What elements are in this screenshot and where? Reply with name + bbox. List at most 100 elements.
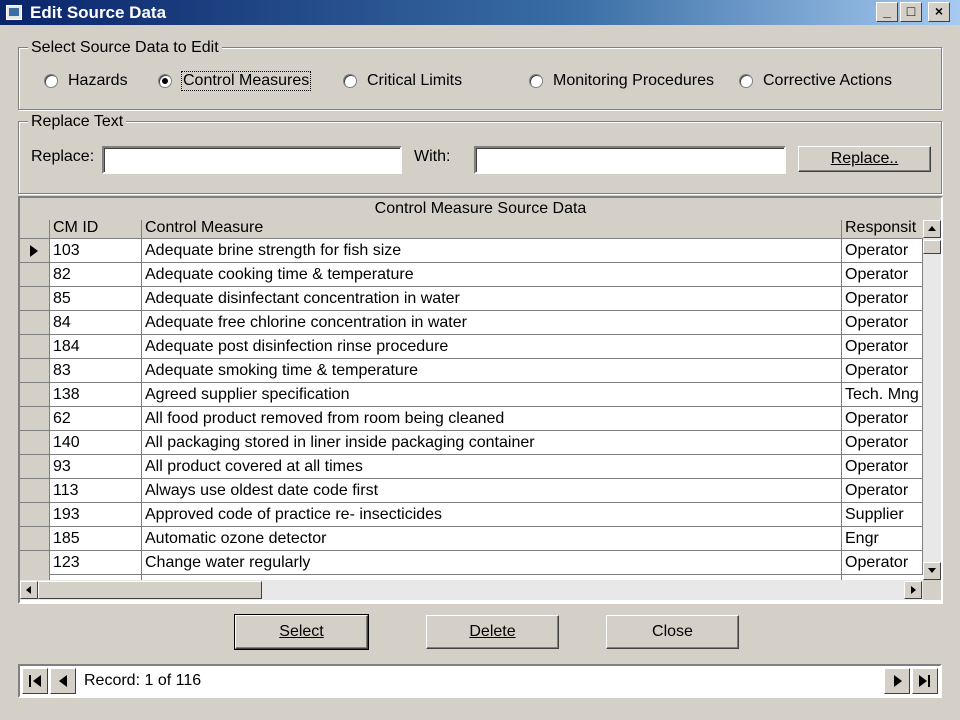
cell-responsible[interactable]: Operator: [842, 287, 923, 311]
cell-responsible[interactable]: Operator: [842, 311, 923, 335]
cell-cm-id[interactable]: 184: [50, 335, 142, 359]
table-row[interactable]: 193 Approved code of practice re- insecti…: [20, 503, 923, 527]
radio-hazards[interactable]: Hazards: [44, 70, 128, 92]
row-selector[interactable]: [20, 551, 50, 575]
table-row[interactable]: 83 Adequate smoking time & temperature Ope…: [20, 359, 923, 383]
select-button[interactable]: Select: [234, 614, 369, 650]
cell-control-measure[interactable]: All product covered at all times: [142, 455, 842, 479]
cell-responsible[interactable]: Operator: [842, 239, 923, 263]
cell-responsible[interactable]: Supplier: [842, 503, 923, 527]
cell-cm-id[interactable]: 62: [50, 407, 142, 431]
delete-button[interactable]: Delete: [426, 615, 559, 649]
cell-control-measure[interactable]: Automatic ozone detector: [142, 527, 842, 551]
replace-button[interactable]: Replace..: [798, 146, 931, 172]
scroll-right-button[interactable]: [904, 581, 922, 599]
row-selector[interactable]: [20, 335, 50, 359]
cell-responsible[interactable]: Engr: [842, 527, 923, 551]
source-data-grid[interactable]: Control Measure Source Data CM ID Contro…: [18, 196, 943, 604]
row-selector[interactable]: [20, 407, 50, 431]
radio-critical-limits[interactable]: Critical Limits: [343, 70, 462, 92]
cell-control-measure[interactable]: Adequate cooking time & temperature: [142, 263, 842, 287]
table-row[interactable]: 62 All food product removed from room bei…: [20, 407, 923, 431]
maximize-button[interactable]: □: [900, 2, 922, 22]
radio-corrective-actions[interactable]: Corrective Actions: [739, 70, 892, 92]
table-row[interactable]: 84 Adequate free chlorine concentration i…: [20, 311, 923, 335]
table-row[interactable]: 184 Adequate post disinfection rinse proc…: [20, 335, 923, 359]
scroll-down-button[interactable]: [923, 562, 941, 580]
cell-responsible[interactable]: Operator: [842, 455, 923, 479]
last-record-button[interactable]: [912, 668, 938, 694]
cell-cm-id[interactable]: 113: [50, 479, 142, 503]
cell-responsible[interactable]: Operator: [842, 407, 923, 431]
cell-cm-id[interactable]: 140: [50, 431, 142, 455]
cell-control-measure[interactable]: Always use oldest date code first: [142, 479, 842, 503]
table-row[interactable]: 103 Adequate brine strength for fish size…: [20, 239, 923, 263]
title-bar[interactable]: Edit Source Data _ □ ×: [0, 0, 960, 25]
next-record-button[interactable]: [884, 668, 910, 694]
first-record-button[interactable]: [22, 668, 48, 694]
cell-cm-id[interactable]: 185: [50, 527, 142, 551]
horizontal-scroll-thumb[interactable]: [38, 581, 262, 599]
cell-cm-id[interactable]: 83: [50, 359, 142, 383]
table-row[interactable]: 85 Adequate disinfectant concentration in…: [20, 287, 923, 311]
vertical-scroll-thumb[interactable]: [923, 240, 941, 254]
minimize-button[interactable]: _: [876, 2, 898, 22]
cell-control-measure[interactable]: Agreed supplier specification: [142, 383, 842, 407]
table-row[interactable]: 93 All product covered at all times Operat…: [20, 455, 923, 479]
with-input[interactable]: [474, 146, 786, 174]
column-header-control-measure[interactable]: Control Measure: [142, 220, 842, 238]
cell-cm-id[interactable]: 82: [50, 263, 142, 287]
row-selector[interactable]: [20, 287, 50, 311]
radio-control-measures[interactable]: Control Measures: [158, 70, 312, 92]
cell-control-measure[interactable]: Change water regularly: [142, 551, 842, 575]
table-row[interactable]: 138 Agreed supplier specification Tech. Mn…: [20, 383, 923, 407]
cell-cm-id[interactable]: 138: [50, 383, 142, 407]
cell-control-measure[interactable]: All food product removed from room being…: [142, 407, 842, 431]
vertical-scrollbar[interactable]: [923, 220, 941, 580]
cell-responsible[interactable]: Operator: [842, 551, 923, 575]
replace-input[interactable]: [102, 146, 402, 174]
cell-control-measure[interactable]: Approved code of practice re- insecticid…: [142, 503, 842, 527]
column-header-responsible[interactable]: Responsit: [842, 220, 923, 238]
cell-control-measure[interactable]: Adequate smoking time & temperature: [142, 359, 842, 383]
radio-monitoring-procedures[interactable]: Monitoring Procedures: [529, 70, 714, 92]
cell-control-measure[interactable]: Adequate brine strength for fish size: [142, 239, 842, 263]
row-selector[interactable]: [20, 263, 50, 287]
cell-responsible[interactable]: Tech. Mng: [842, 383, 923, 407]
cell-cm-id[interactable]: 85: [50, 287, 142, 311]
row-selector[interactable]: [20, 311, 50, 335]
cell-responsible[interactable]: Operator: [842, 479, 923, 503]
cell-cm-id[interactable]: 93: [50, 455, 142, 479]
cell-responsible[interactable]: Operator: [842, 359, 923, 383]
row-selector[interactable]: [20, 479, 50, 503]
cell-control-measure[interactable]: Adequate disinfectant concentration in w…: [142, 287, 842, 311]
close-window-button[interactable]: ×: [928, 2, 950, 22]
horizontal-scrollbar[interactable]: [20, 580, 923, 600]
row-selector[interactable]: [20, 527, 50, 551]
table-row[interactable]: 82 Adequate cooking time & temperature Ope…: [20, 263, 923, 287]
row-selector[interactable]: [20, 359, 50, 383]
table-row[interactable]: 185 Automatic ozone detector Engr: [20, 527, 923, 551]
row-selector[interactable]: [20, 431, 50, 455]
cell-cm-id[interactable]: 84: [50, 311, 142, 335]
cell-control-measure[interactable]: All packaging stored in liner inside pac…: [142, 431, 842, 455]
column-header-cm-id[interactable]: CM ID: [50, 220, 142, 238]
cell-responsible[interactable]: Operator: [842, 431, 923, 455]
scroll-left-button[interactable]: [20, 581, 38, 599]
cell-cm-id[interactable]: 103: [50, 239, 142, 263]
previous-record-button[interactable]: [50, 668, 76, 694]
row-selector[interactable]: [20, 383, 50, 407]
cell-control-measure[interactable]: Adequate post disinfection rinse procedu…: [142, 335, 842, 359]
cell-control-measure[interactable]: Adequate free chlorine concentration in …: [142, 311, 842, 335]
table-row[interactable]: 140 All packaging stored in liner inside …: [20, 431, 923, 455]
scroll-up-button[interactable]: [923, 220, 941, 238]
cell-cm-id[interactable]: 123: [50, 551, 142, 575]
cell-cm-id[interactable]: 193: [50, 503, 142, 527]
row-selector[interactable]: [20, 503, 50, 527]
cell-responsible[interactable]: Operator: [842, 263, 923, 287]
row-selector[interactable]: [20, 239, 50, 263]
row-selector[interactable]: [20, 455, 50, 479]
table-row[interactable]: 113 Always use oldest date code first Oper…: [20, 479, 923, 503]
cell-responsible[interactable]: Operator: [842, 335, 923, 359]
close-button[interactable]: Close: [606, 615, 739, 649]
